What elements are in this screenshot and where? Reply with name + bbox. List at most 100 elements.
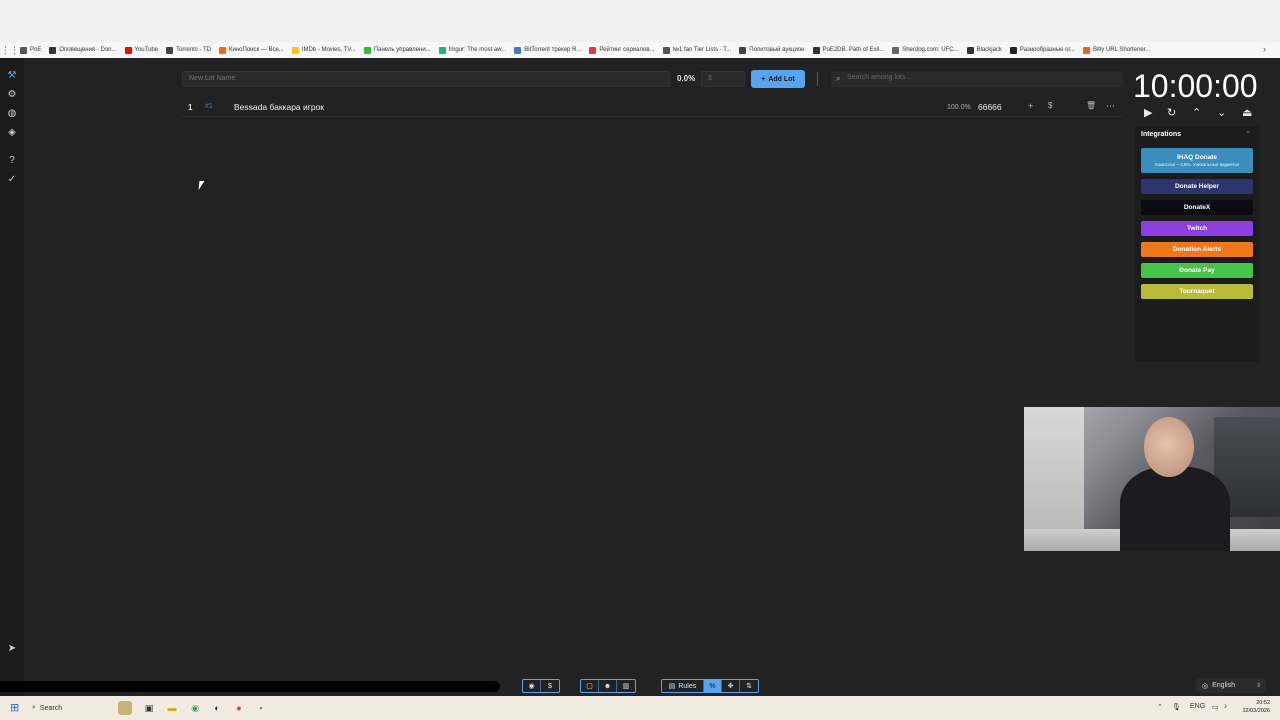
sort-icon[interactable]: ⇅: [740, 680, 758, 692]
help-icon[interactable]: ?: [6, 155, 18, 167]
bookmarks-overflow-icon[interactable]: ›: [1263, 44, 1266, 54]
add-lot-label: Add Lot: [768, 75, 795, 83]
bookmark-item[interactable]: Bitly URL Shortener...: [1082, 46, 1151, 54]
lot-row[interactable]: 1 #1 Bessada баккара игрок 100.0% 66666 …: [182, 98, 1122, 117]
bottom-group-modes: ▤ Rules % ✥ ⇅: [661, 679, 759, 693]
donate-dollar-icon[interactable]: $: [541, 680, 559, 692]
layers-icon[interactable]: ◈: [6, 127, 18, 139]
integration-button[interactable]: Donation Alerts: [1141, 242, 1253, 257]
bookmark-favicon-icon: [514, 46, 522, 54]
network-icon[interactable]: ▭: [1212, 703, 1219, 711]
bookmark-item[interactable]: Разнообразные ог...: [1009, 46, 1075, 54]
steam-icon[interactable]: ◐: [210, 701, 224, 715]
bookmark-label: №1 fan Tier Lists - T...: [672, 47, 732, 53]
lot-name[interactable]: Bessada баккара игрок: [234, 102, 324, 112]
bookmark-item[interactable]: Imgur: The most aw...: [438, 46, 506, 54]
new-lot-name-input[interactable]: New Lot Name: [182, 71, 670, 87]
app-icon-2[interactable]: ▪: [254, 701, 268, 715]
bookmark-favicon-icon: [662, 46, 670, 54]
bookmark-favicon-icon: [438, 46, 446, 54]
apps-grid-icon[interactable]: ⋮⋮: [0, 45, 20, 56]
reset-icon[interactable]: ↻: [1167, 106, 1176, 119]
bookmark-item[interactable]: Панель управлени...: [363, 46, 431, 54]
github-icon[interactable]: ◉: [523, 680, 541, 692]
chrome-icon[interactable]: ◉: [188, 701, 202, 715]
integration-button[interactable]: Donate Pay: [1141, 263, 1253, 278]
bookmark-item[interactable]: Torrents - TD: [166, 46, 211, 54]
webcam-person-head: [1144, 417, 1194, 477]
lot-number: 1: [188, 103, 193, 112]
more-options-icon[interactable]: ⋯: [1106, 101, 1115, 112]
bookmark-label: PoE: [30, 47, 42, 53]
history-icon[interactable]: ▢: [581, 680, 599, 692]
app-icon[interactable]: ●: [232, 701, 246, 715]
ihaq-donate-subtitle: Комиссия – 3,5%. Уникальные виджеты!: [1154, 162, 1240, 167]
integration-label: Donate Helper: [1174, 183, 1220, 190]
widgets-icon[interactable]: [118, 701, 132, 715]
bookmark-item[interactable]: Политовый аукцион: [739, 46, 805, 54]
delete-icon[interactable]: 🗑: [1086, 101, 1096, 110]
telegram-icon[interactable]: ➤: [6, 643, 18, 655]
taskbar-clock[interactable]: 20:52 12/03/2026: [1242, 699, 1270, 715]
bookmark-item[interactable]: IMDb - Movies, TV...: [291, 46, 356, 54]
settings-gear-icon[interactable]: ⚙: [6, 89, 18, 101]
plus-icon: +: [761, 75, 766, 83]
bookmark-item[interactable]: PoE2DB, Path of Exil...: [812, 46, 885, 54]
file-explorer-icon[interactable]: ▬: [165, 701, 179, 715]
windows-taskbar: ⊞ ⌕ Search ▣ ▬ ◉ ◐ ● ▪ ⌃ 🎙 ENG ▭ ♪ 20:52…: [0, 696, 1280, 720]
bottom-toolbar: ◉ $ ▢ ☻ ▥ ▤ Rules % ✥ ⇅ ◎ English ⇕: [0, 678, 1280, 696]
bookmark-item[interactable]: YouTube: [124, 46, 158, 54]
bookmark-item[interactable]: PoE: [20, 46, 42, 54]
bookmark-label: Bitly URL Shortener...: [1092, 47, 1151, 53]
play-icon[interactable]: ▶: [1144, 106, 1152, 119]
bookmark-favicon-icon: [812, 46, 820, 54]
bookmark-item[interactable]: BitTorrent трекер R...: [514, 46, 581, 54]
bot-icon[interactable]: ☻: [599, 680, 617, 692]
bookmark-item[interactable]: Оповещения - Don...: [49, 46, 117, 54]
bookmark-favicon-icon: [49, 46, 57, 54]
double-chevron-up-icon[interactable]: ⏏: [1242, 106, 1252, 119]
bookmark-label: PoE2DB, Path of Exil...: [822, 47, 885, 53]
bookmark-item[interactable]: КиноПоиск — Все...: [219, 46, 284, 54]
bookmark-item[interactable]: Blackjack: [966, 46, 1002, 54]
integration-button[interactable]: Tournaquet: [1141, 284, 1253, 299]
lot-amount[interactable]: 66666: [978, 102, 1002, 112]
task-view-icon[interactable]: ▣: [142, 701, 156, 715]
bookmark-item[interactable]: №1 fan Tier Lists - T...: [662, 46, 732, 54]
input-language[interactable]: ENG: [1190, 703, 1205, 710]
chevron-down-icon[interactable]: ⌄: [1217, 106, 1226, 119]
bookmark-favicon-icon: [966, 46, 974, 54]
percent-mode-icon[interactable]: %: [704, 680, 722, 692]
bookmark-label: Политовый аукцион: [749, 47, 805, 53]
currency-icon[interactable]: $: [1048, 101, 1052, 110]
lot-id: #1: [205, 103, 213, 110]
rules-button[interactable]: ▤ Rules: [662, 680, 704, 692]
integration-label: DonateX: [1183, 204, 1211, 211]
integration-label: Donate Pay: [1179, 267, 1215, 274]
stats-icon[interactable]: ▥: [617, 680, 635, 692]
bookmark-item[interactable]: Sherdog.com: UFC...: [892, 46, 959, 54]
ihaq-donate-button[interactable]: IHAQ Donate Комиссия – 3,5%. Уникальные …: [1141, 148, 1253, 173]
language-select[interactable]: ◎ English ⇕: [1196, 678, 1266, 693]
shield-check-icon[interactable]: ✓: [6, 174, 18, 186]
new-lot-amount-input[interactable]: $: [701, 71, 745, 87]
lot-search-input[interactable]: ⌕ Search among lots...: [831, 71, 1123, 87]
chevron-up-icon[interactable]: ⌃: [1192, 106, 1201, 119]
add-amount-icon[interactable]: +: [1028, 101, 1033, 111]
add-lot-button[interactable]: + Add Lot: [751, 70, 805, 88]
windows-start-icon[interactable]: ⊞: [10, 702, 22, 714]
wheel-icon[interactable]: ◍: [6, 108, 18, 120]
volume-icon[interactable]: ♪: [1224, 703, 1228, 710]
tray-chevron-icon[interactable]: ⌃: [1157, 703, 1163, 711]
bookmark-label: Torrents - TD: [176, 47, 211, 53]
bookmark-item[interactable]: Рейтинг сериалов...: [589, 46, 655, 54]
integration-button[interactable]: Twitch: [1141, 221, 1253, 236]
integration-button[interactable]: Donate Helper: [1141, 179, 1253, 194]
move-icon[interactable]: ✥: [722, 680, 740, 692]
language-label: English: [1212, 682, 1236, 689]
integration-button[interactable]: DonateX: [1141, 200, 1253, 215]
collapse-icon[interactable]: ⌃: [1245, 130, 1251, 138]
auction-hammer-icon[interactable]: ⚒: [6, 70, 18, 82]
mic-icon[interactable]: 🎙: [1172, 703, 1181, 711]
browser-tab-strip: [0, 0, 1280, 42]
